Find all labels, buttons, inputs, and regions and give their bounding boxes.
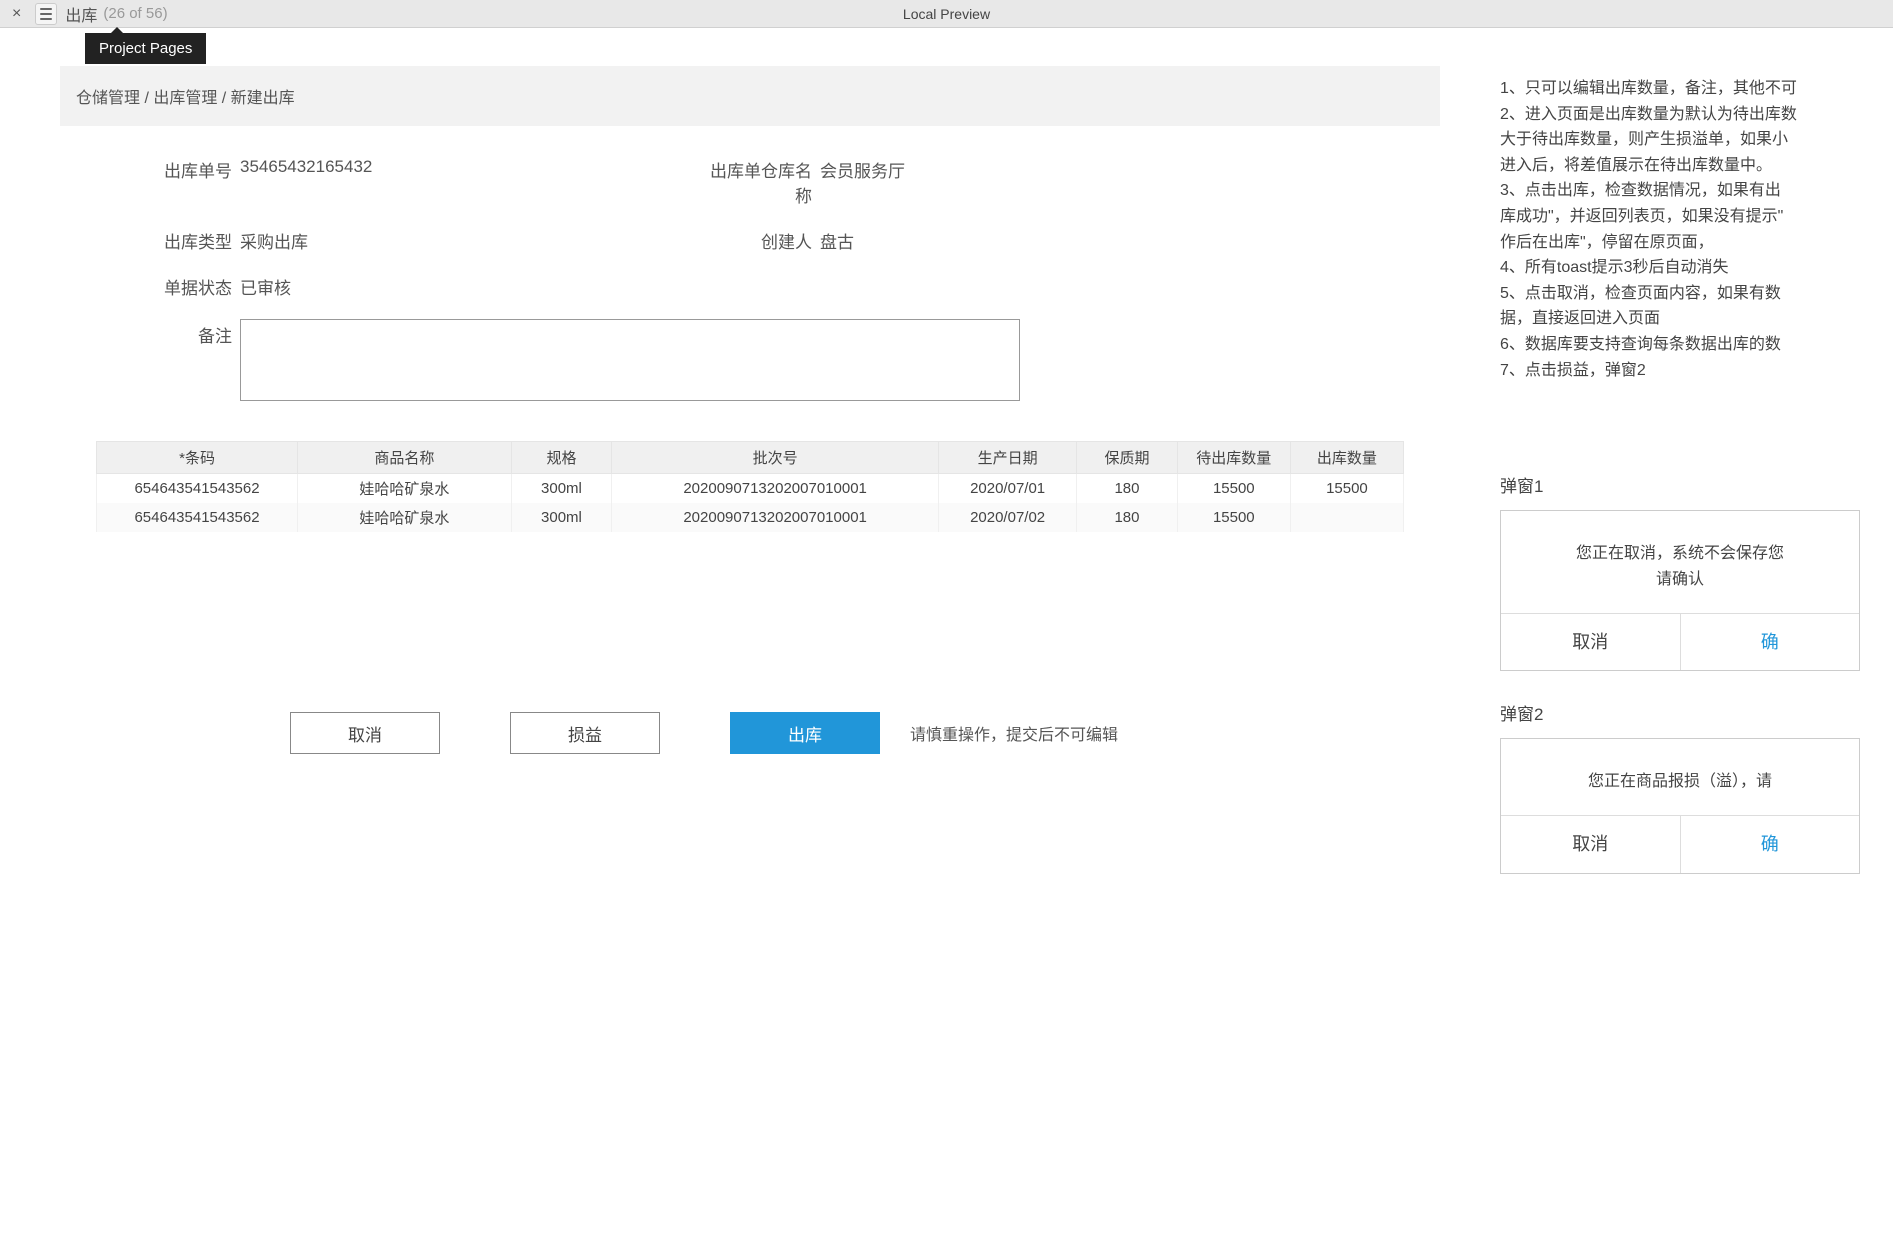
th-batch: 批次号	[612, 442, 939, 474]
menu-icon[interactable]	[35, 3, 57, 25]
note-line: 进入后，将差值展示在待出库数量中。	[1500, 153, 1893, 179]
dialog2-title: 弹窗2	[1500, 701, 1893, 728]
dialog1-section: 弹窗1 您正在取消，系统不会保存您 请确认 取消 确	[1500, 473, 1893, 671]
th-shelf: 保质期	[1077, 442, 1178, 474]
note-line: 库成功"，并返回列表页，如果没有提示"	[1500, 204, 1893, 230]
dialog1-confirm-button[interactable]: 确	[1680, 614, 1860, 671]
cell-produce-date: 2020/07/02	[938, 503, 1076, 532]
items-table: *条码 商品名称 规格 批次号 生产日期 保质期 待出库数量 出库数量 6546	[96, 441, 1404, 532]
note-line: 据，直接返回进入页面	[1500, 306, 1893, 332]
label-out-type: 出库类型	[120, 225, 240, 253]
loss-gain-button[interactable]: 损益	[510, 712, 660, 754]
note-line: 大于待出库数量，则产生损溢单，如果小	[1500, 127, 1893, 153]
field-out-type: 出库类型 采购出库	[120, 225, 580, 253]
cell-shelf: 180	[1077, 474, 1178, 504]
cell-name: 娃哈哈矿泉水	[298, 503, 512, 532]
cell-batch: 202009071320200701​0001	[612, 474, 939, 504]
label-order-no: 出库单号	[120, 154, 240, 182]
cell-barcode: 654643541543562	[97, 503, 298, 532]
field-order-no: 出库单号 35465432165432	[120, 154, 580, 207]
value-creator: 盘古	[820, 225, 854, 253]
notes-panel: 1、只可以编辑出库数量，备注，其他不可 2、进入页面是出库数量为默认为待出库数 …	[1500, 66, 1893, 874]
value-order-no: 35465432165432	[240, 154, 372, 177]
outbound-button[interactable]: 出库	[730, 712, 880, 754]
field-status: 单据状态 已审核	[120, 271, 580, 299]
dialog2-cancel-button[interactable]: 取消	[1501, 816, 1680, 873]
cell-spec: 300ml	[511, 474, 612, 504]
note-line: 7、点击损益，弹窗2	[1500, 358, 1893, 384]
cell-shelf: 180	[1077, 503, 1178, 532]
action-bar: 取消 损益 出库 请慎重操作，提交后不可编辑	[60, 532, 1440, 794]
dialog2-box: 您正在商品报损（溢），请 取消 确	[1500, 738, 1860, 873]
value-out-type: 采购出库	[240, 225, 308, 253]
label-warehouse: 出库单仓库名称	[700, 154, 820, 207]
page-counter: (26 of 56)	[103, 5, 167, 22]
note-line: 5、点击取消，检查页面内容，如果有数	[1500, 281, 1893, 307]
table-row: 654643541543562 娃哈哈矿泉水 300ml 20200907132…	[97, 503, 1404, 532]
th-pending: 待出库数量	[1177, 442, 1290, 474]
field-creator: 创建人 盘古	[700, 225, 1160, 253]
cell-batch: 202009071320200701​0001	[612, 503, 939, 532]
note-line: 3、点击出库，检查数据情况，如果有出	[1500, 178, 1893, 204]
cell-pending: 15500	[1177, 474, 1290, 504]
th-barcode: *条码	[97, 442, 298, 474]
label-creator: 创建人	[700, 225, 820, 253]
cell-spec: 300ml	[511, 503, 612, 532]
cancel-button[interactable]: 取消	[290, 712, 440, 754]
dialog2-line1: 您正在商品报损（溢），请	[1521, 769, 1839, 795]
remark-input[interactable]	[240, 319, 1020, 401]
note-line: 4、所有toast提示3秒后自动消失	[1500, 255, 1893, 281]
preview-label: Local Preview	[903, 6, 990, 22]
action-hint: 请慎重操作，提交后不可编辑	[910, 721, 1118, 745]
project-pages-tooltip: Project Pages	[85, 33, 206, 64]
label-remark: 备注	[120, 319, 240, 401]
dialog1-title: 弹窗1	[1500, 473, 1893, 500]
cell-out-qty[interactable]: 15500	[1290, 474, 1403, 504]
th-name: 商品名称	[298, 442, 512, 474]
dialog1-line1: 您正在取消，系统不会保存您	[1521, 541, 1839, 567]
table-row: 654643541543562 娃哈哈矿泉水 300ml 20200907132…	[97, 474, 1404, 504]
breadcrumb: 仓储管理 / 出库管理 / 新建出库	[60, 66, 1440, 126]
th-out-qty: 出库数量	[1290, 442, 1403, 474]
dialog1-line2: 请确认	[1521, 567, 1839, 593]
dialog1-cancel-button[interactable]: 取消	[1501, 614, 1680, 671]
th-spec: 规格	[511, 442, 612, 474]
note-line: 6、数据库要支持查询每条数据出库的数	[1500, 332, 1893, 358]
topbar: × 出库 (26 of 56) Local Preview	[0, 0, 1893, 28]
dialog2-confirm-button[interactable]: 确	[1680, 816, 1860, 873]
cell-barcode: 654643541543562	[97, 474, 298, 504]
note-line: 1、只可以编辑出库数量，备注，其他不可	[1500, 76, 1893, 102]
note-line: 作后在出库"，停留在原页面，	[1500, 230, 1893, 256]
field-warehouse: 出库单仓库名称 会员服务厅	[700, 154, 1160, 207]
cell-pending: 15500	[1177, 503, 1290, 532]
value-status: 已审核	[240, 271, 291, 299]
close-icon[interactable]: ×	[6, 5, 27, 23]
note-line: 2、进入页面是出库数量为默认为待出库数	[1500, 102, 1893, 128]
cell-name: 娃哈哈矿泉水	[298, 474, 512, 504]
field-remark: 备注	[120, 319, 1380, 401]
page-title: 出库	[65, 2, 97, 26]
label-status: 单据状态	[120, 271, 240, 299]
dialog2-section: 弹窗2 您正在商品报损（溢），请 取消 确	[1500, 701, 1893, 874]
th-produce-date: 生产日期	[938, 442, 1076, 474]
cell-out-qty[interactable]	[1290, 503, 1403, 532]
value-warehouse: 会员服务厅	[820, 154, 905, 182]
dialog1-box: 您正在取消，系统不会保存您 请确认 取消 确	[1500, 510, 1860, 671]
cell-produce-date: 2020/07/01	[938, 474, 1076, 504]
